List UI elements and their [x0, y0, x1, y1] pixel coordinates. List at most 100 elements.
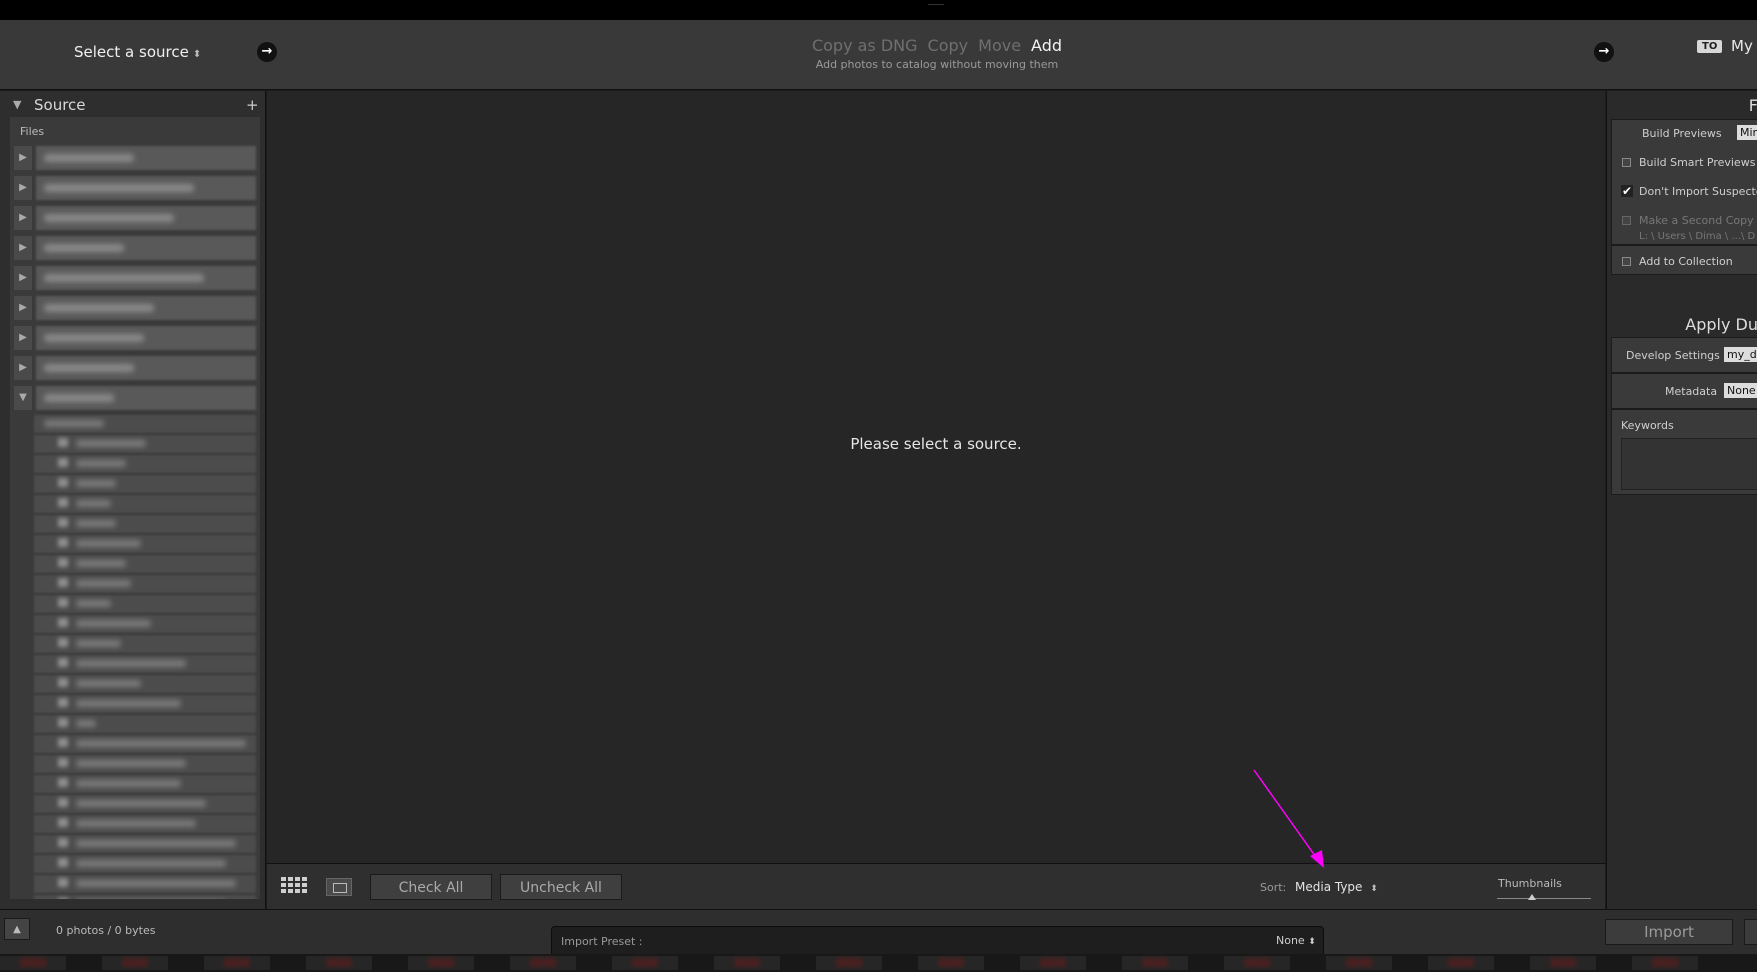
subfolder-row[interactable] — [14, 753, 260, 773]
subfolder-row[interactable] — [14, 453, 260, 473]
cancel-button[interactable] — [1744, 919, 1757, 945]
mode-copy-as-dng[interactable]: Copy as DNG — [812, 36, 918, 55]
sort-dropdown[interactable]: Media Type ⬍ — [1295, 880, 1378, 894]
expand-arrow-icon[interactable]: ▶ — [14, 146, 32, 170]
expand-arrow-icon[interactable]: ▶ — [14, 236, 32, 260]
subfolder-row[interactable] — [14, 513, 260, 533]
chevron-updown-icon: ⬍ — [192, 49, 202, 60]
source-title: Source — [34, 96, 86, 114]
subfolder-row[interactable] — [14, 833, 260, 853]
metadata-box: Metadata None — [1611, 373, 1757, 409]
build-previews-dropdown[interactable]: Mini — [1737, 125, 1757, 140]
panel-grip[interactable] — [928, 4, 944, 8]
folder-row[interactable]: ▶ — [14, 143, 260, 173]
subfolder-row[interactable] — [14, 493, 260, 513]
apply-during-import-header[interactable]: Apply Du — [1607, 315, 1757, 334]
mode-move[interactable]: Move — [978, 36, 1021, 55]
loupe-view-icon[interactable] — [326, 878, 352, 896]
metadata-label: Metadata — [1665, 385, 1718, 398]
arrow-right-icon[interactable]: → — [1594, 42, 1614, 62]
subfolder-row[interactable] — [14, 673, 260, 693]
mode-copy[interactable]: Copy — [928, 36, 969, 55]
add-source-icon[interactable]: + — [246, 96, 259, 114]
collapse-triangle-icon[interactable]: ▼ — [13, 98, 21, 111]
sort-label: Sort: — [1260, 881, 1287, 894]
filmstrip[interactable] — [0, 954, 1757, 972]
subfolder-row[interactable] — [14, 613, 260, 633]
import-preset-dropdown[interactable]: None ⬍ — [1276, 934, 1316, 947]
folder-row[interactable]: ▶ — [14, 323, 260, 353]
subfolder-row[interactable] — [14, 533, 260, 553]
folder-row-expanded[interactable]: ▼ — [14, 383, 260, 413]
dont-import-suspected-checkbox[interactable]: ✔ — [1621, 185, 1633, 197]
keywords-box: Keywords — [1611, 409, 1757, 495]
folder-row[interactable]: ▶ — [14, 233, 260, 263]
chevron-updown-icon: ⬍ — [1370, 884, 1378, 894]
keywords-input[interactable] — [1621, 438, 1757, 490]
select-source-dropdown[interactable]: Select a source ⬍ — [74, 43, 201, 61]
subfolder-row[interactable] — [14, 773, 260, 793]
expand-arrow-icon[interactable]: ▶ — [14, 176, 32, 200]
source-panel-header[interactable]: ▼ Source + — [10, 96, 266, 116]
subfolder-row[interactable] — [14, 873, 260, 893]
thumbnail-size-slider[interactable] — [1497, 898, 1591, 899]
develop-settings-box: Develop Settings my_d — [1611, 337, 1757, 373]
expand-up-icon[interactable]: ▲ — [4, 918, 30, 940]
subfolder-row[interactable] — [14, 693, 260, 713]
folder-row[interactable]: ▶ — [14, 203, 260, 233]
build-smart-previews-label: Build Smart Previews — [1639, 156, 1756, 169]
folder-row[interactable]: ▶ — [14, 173, 260, 203]
collapse-arrow-icon[interactable]: ▼ — [14, 386, 32, 410]
expand-arrow-icon[interactable]: ▶ — [14, 206, 32, 230]
expand-arrow-icon[interactable]: ▶ — [14, 326, 32, 350]
file-handling-header[interactable]: F — [1607, 96, 1757, 115]
build-smart-previews-checkbox[interactable] — [1622, 158, 1631, 167]
subfolder-row[interactable] — [14, 573, 260, 593]
subfolder-row[interactable] — [14, 433, 260, 453]
develop-settings-dropdown[interactable]: my_d — [1724, 347, 1757, 362]
thumbnails-label: Thumbnails — [1498, 877, 1562, 890]
keywords-label: Keywords — [1621, 419, 1674, 432]
destination-label[interactable]: My C — [1731, 37, 1757, 55]
second-copy-path: L: \ Users \ Dima \ ...\ D — [1639, 231, 1756, 242]
uncheck-all-button[interactable]: Uncheck All — [500, 874, 622, 900]
subfolder-row[interactable] — [14, 853, 260, 873]
import-button[interactable]: Import — [1605, 919, 1733, 945]
subfolder-row[interactable] — [14, 473, 260, 493]
expand-arrow-icon[interactable]: ▶ — [14, 296, 32, 320]
folder-row[interactable]: ▶ — [14, 293, 260, 323]
subfolder-row[interactable] — [14, 893, 260, 899]
preview-area: Please select a source. — [267, 91, 1605, 863]
mode-add[interactable]: Add — [1031, 36, 1062, 55]
arrow-right-icon[interactable]: → — [257, 42, 277, 62]
bottom-bar: ▲ 0 photos / 0 bytes Import Preset : Non… — [0, 909, 1757, 955]
develop-settings-label: Develop Settings — [1626, 349, 1720, 362]
subfolder-row[interactable] — [14, 413, 260, 433]
subfolder-row[interactable] — [14, 713, 260, 733]
expand-arrow-icon[interactable]: ▶ — [14, 356, 32, 380]
make-second-copy-checkbox[interactable] — [1622, 216, 1631, 225]
import-preset-value: None — [1276, 934, 1305, 947]
folder-tree[interactable]: ▶ ▶ ▶ ▶ ▶ ▶ ▶ ▶ ▼ — [14, 143, 260, 899]
subfolder-row[interactable] — [14, 593, 260, 613]
slider-knob[interactable] — [1528, 894, 1536, 900]
grid-view-icon[interactable] — [281, 877, 309, 897]
subfolder-row[interactable] — [14, 553, 260, 573]
import-header: Select a source ⬍ → Copy as DNG Copy Move Ad… — [0, 20, 1757, 90]
folder-row[interactable]: ▶ — [14, 263, 260, 293]
folder-row[interactable]: ▶ — [14, 353, 260, 383]
add-to-collection-checkbox[interactable] — [1622, 257, 1631, 266]
add-to-collection-box: Add to Collection — [1611, 245, 1757, 275]
photo-count: 0 photos / 0 bytes — [56, 924, 156, 937]
source-panel: ▼ Source + Files ▶ ▶ ▶ ▶ ▶ ▶ ▶ ▶ ▼ — [0, 91, 266, 909]
files-tree-box: Files ▶ ▶ ▶ ▶ ▶ ▶ ▶ ▶ ▼ — [10, 117, 260, 899]
subfolder-row[interactable] — [14, 633, 260, 653]
subfolder-row[interactable] — [14, 793, 260, 813]
metadata-dropdown[interactable]: None — [1724, 383, 1757, 398]
expand-arrow-icon[interactable]: ▶ — [14, 266, 32, 290]
sort-value: Media Type — [1295, 880, 1363, 894]
subfolder-row[interactable] — [14, 813, 260, 833]
subfolder-row[interactable] — [14, 653, 260, 673]
subfolder-row[interactable] — [14, 733, 260, 753]
check-all-button[interactable]: Check All — [370, 874, 492, 900]
